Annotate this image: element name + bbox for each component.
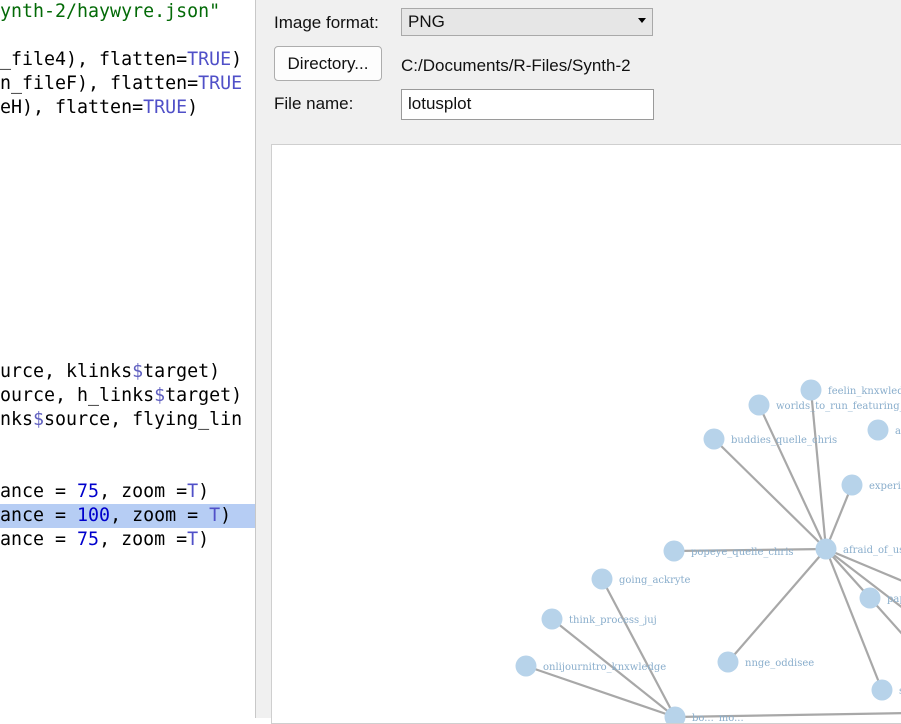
code-token: ) <box>231 49 242 70</box>
code-token: , zoom = <box>99 529 187 550</box>
code-token: , zoom = <box>99 481 187 502</box>
code-line[interactable]: ource, h_links$target) <box>0 384 255 408</box>
dropdown-arrow-icon <box>638 18 646 23</box>
code-token: TRUE <box>143 97 187 118</box>
graph-edge <box>759 405 826 549</box>
code-token: ) <box>198 529 209 550</box>
graph-node <box>542 609 563 630</box>
image-format-select[interactable]: PNG <box>401 8 653 36</box>
code-line[interactable]: urce, klinks$target) <box>0 360 255 384</box>
code-editor[interactable]: ynth-2/haywyre.json"_file4), flatten=TRU… <box>0 0 255 718</box>
code-token: TRUE <box>187 49 231 70</box>
graph-node <box>516 656 537 677</box>
code-line[interactable]: nks$source, flying_lin <box>0 408 255 432</box>
code-token: 75 <box>77 529 99 550</box>
code-token: ) <box>220 505 231 526</box>
graph-node-label: bo..._mo... <box>692 713 744 724</box>
graph-node-label: popeye_quelle_chris <box>691 547 794 558</box>
code-token: T <box>209 505 220 526</box>
file-name-input[interactable]: lotusplot <box>401 89 654 120</box>
code-line[interactable]: ynth-2/haywyre.json" <box>0 0 255 24</box>
graph-node-label: onlijournitro_knxwledge <box>543 662 666 673</box>
code-line[interactable]: ance = 75, zoom =T) <box>0 480 255 504</box>
graph-edge <box>714 439 826 549</box>
code-token: ance = <box>0 505 77 526</box>
code-line[interactable]: eH), flatten=TRUE) <box>0 96 255 120</box>
graph-node <box>592 569 613 590</box>
code-token: ance = <box>0 529 77 550</box>
code-token: 100 <box>77 505 110 526</box>
image-format-label: Image format: <box>274 13 379 33</box>
graph-node <box>816 539 837 560</box>
code-token: source, flying_lin <box>44 409 242 430</box>
code-token: ynth-2/haywyre.json" <box>0 1 220 22</box>
graph-node <box>860 588 881 609</box>
plot-preview: afraid_of_us feelin_knxwledge worlds_to_ru… <box>271 144 901 724</box>
code-token: nks <box>0 409 33 430</box>
graph-edge <box>728 549 826 662</box>
graph-node <box>704 429 725 450</box>
graph-node-label: afraid_of_us <box>843 545 901 556</box>
graph-node-label: nnge_oddisee <box>745 658 814 669</box>
code-token: ) <box>198 481 209 502</box>
code-line[interactable]: ance = 75, zoom =T) <box>0 528 255 552</box>
graph-node <box>665 707 686 724</box>
graph-node <box>801 380 822 401</box>
code-token: T <box>187 529 198 550</box>
graph-node-label: feelin_knxwledge <box>828 386 901 397</box>
code-token: TRUE <box>198 73 242 94</box>
code-token: $ <box>132 361 143 382</box>
directory-button[interactable]: Directory... <box>274 46 382 81</box>
code-token: $ <box>33 409 44 430</box>
code-token: ance = <box>0 481 77 502</box>
code-line[interactable]: ance = 100, zoom = T) <box>0 504 255 528</box>
graph-node-label: think_process_juj <box>569 615 657 626</box>
graph-node-label: going_ackryte <box>619 575 691 586</box>
code-token: urce, klinks <box>0 361 132 382</box>
code-token: ource, h_links <box>0 385 154 406</box>
graph-node <box>664 541 685 562</box>
code-line[interactable]: n_fileF), flatten=TRUE <box>0 72 255 96</box>
graph-node-label: pap <box>887 594 901 605</box>
code-token: 75 <box>77 481 99 502</box>
graph-edge <box>811 390 826 549</box>
code-token: T <box>187 481 198 502</box>
code-line[interactable]: _file4), flatten=TRUE) <box>0 48 255 72</box>
code-token: $ <box>154 385 165 406</box>
network-plot: afraid_of_us feelin_knxwledge worlds_to_ru… <box>272 145 901 724</box>
graph-node <box>749 395 770 416</box>
graph-node <box>868 420 889 441</box>
image-format-value: PNG <box>408 12 445 31</box>
code-token: n_fileF), flatten= <box>0 73 198 94</box>
code-token: ) <box>187 97 198 118</box>
file-name-label: File name: <box>274 94 353 114</box>
graph-node-label: experie <box>869 481 901 492</box>
graph-node <box>718 652 739 673</box>
graph-node <box>872 680 893 701</box>
code-token: eH), flatten= <box>0 97 143 118</box>
code-token: target) <box>165 385 242 406</box>
graph-node-label: a_ <box>895 426 901 437</box>
code-token: , zoom = <box>110 505 209 526</box>
graph-node-label: buddies_quelle_chris <box>731 435 837 446</box>
directory-path: C:/Documents/R-Files/Synth-2 <box>401 56 631 76</box>
graph-node <box>842 475 863 496</box>
graph-node-label: worlds_to_run_featuring_m <box>776 401 901 412</box>
code-token: _file4), flatten= <box>0 49 187 70</box>
save-plot-dialog: Image format: PNG Directory... C:/Docume… <box>256 0 901 718</box>
code-token: target) <box>143 361 220 382</box>
